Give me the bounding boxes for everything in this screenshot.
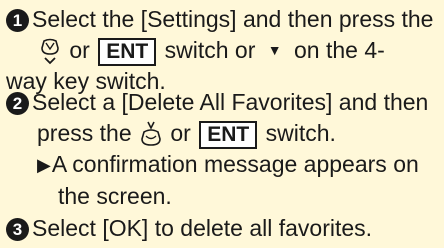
step-2-result-line-2: the screen. xyxy=(6,181,438,212)
step-2-result-text-1: A confirmation message appears on xyxy=(51,151,419,177)
ent-key-label-2: ENT xyxy=(199,121,258,149)
step-2: 2 Select a [Delete All Favorites] and the… xyxy=(6,87,438,212)
result-arrow-icon: ▶ xyxy=(37,155,51,175)
step-3: 3 Select [OK] to delete all favorites. xyxy=(6,213,438,244)
step-2-line-2: press the or ENT switch. xyxy=(6,118,438,149)
step-number-1: 1 xyxy=(6,9,29,32)
step-2-press-text: press the xyxy=(37,120,132,146)
step-number-3: 3 xyxy=(6,218,29,241)
step-2-text-1: Select a [Delete All Favorites] and then xyxy=(32,89,429,115)
step-1-line-1: 1 Select the [Settings] and then press th… xyxy=(6,4,438,35)
dial-press-icon xyxy=(141,121,161,146)
step-3-line-1: 3 Select [OK] to delete all favorites. xyxy=(6,213,438,244)
step-1-text-1: Select the [Settings] and then press the xyxy=(32,6,434,32)
step-2-switch-text: switch. xyxy=(265,120,336,146)
step-number-2: 2 xyxy=(6,92,29,115)
step-1: 1 Select the [Settings] and then press th… xyxy=(6,4,438,97)
step-1-line-2: or ENT switch or ▼ on the 4- xyxy=(6,35,438,66)
step-1-text-4way: on the 4- xyxy=(294,37,385,63)
dial-down-icon xyxy=(41,38,59,65)
step-1-switch-or-text: switch or xyxy=(164,37,256,63)
step-2-line-1: 2 Select a [Delete All Favorites] and the… xyxy=(6,87,438,118)
step-3-text: Select [OK] to delete all favorites. xyxy=(32,215,373,241)
down-triangle-icon: ▼ xyxy=(267,42,282,58)
manual-page: 1 Select the [Settings] and then press th… xyxy=(0,0,444,248)
step-2-result-line-1: ▶A confirmation message appears on xyxy=(6,149,438,181)
step-1-or-text: or xyxy=(69,37,90,63)
step-2-or-text: or xyxy=(170,120,191,146)
step-2-result-text-2: the screen. xyxy=(58,183,172,209)
ent-key-label: ENT xyxy=(98,38,157,66)
